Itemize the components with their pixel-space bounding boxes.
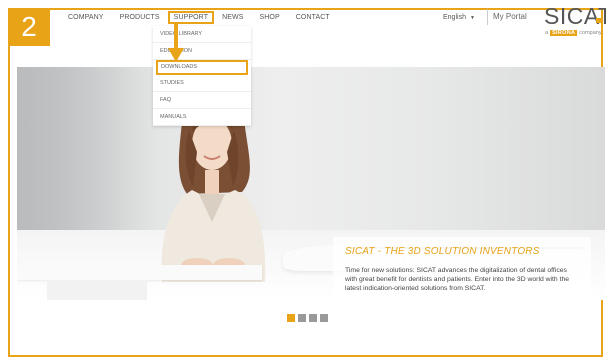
language-label: English bbox=[443, 14, 466, 21]
dropdown-item-faq[interactable]: FAQ bbox=[153, 92, 251, 109]
my-portal-link[interactable]: My Portal bbox=[493, 12, 527, 21]
step-number-badge: 2 bbox=[8, 8, 50, 46]
hero-title: SICAT - THE 3D SOLUTION INVENTORS bbox=[345, 246, 540, 257]
nav-item-news[interactable]: NEWS bbox=[214, 14, 251, 24]
nav-item-products[interactable]: PRODUCTS bbox=[112, 14, 168, 24]
chevron-down-icon: ▼ bbox=[469, 15, 475, 21]
slider-pagination bbox=[287, 314, 328, 322]
slider-dot-4[interactable] bbox=[320, 314, 328, 322]
dropdown-item-studies[interactable]: STUDIES bbox=[153, 75, 251, 92]
nav-item-company[interactable]: COMPANY bbox=[60, 14, 112, 24]
tutorial-arrow-icon bbox=[168, 24, 184, 62]
dropdown-item-manuals[interactable]: MANUALS bbox=[153, 109, 251, 126]
nav-item-support[interactable]: SUPPORT bbox=[167, 11, 215, 24]
slider-dot-1[interactable] bbox=[287, 314, 295, 322]
main-nav: COMPANY PRODUCTS SUPPORT NEWS SHOP CONTA… bbox=[60, 11, 338, 24]
hero-table-base bbox=[47, 280, 147, 300]
company-tagline: a SIRONA company bbox=[545, 30, 602, 36]
sirona-brand: SIRONA bbox=[550, 30, 578, 36]
hero-slider: SICAT - THE 3D SOLUTION INVENTORS Time f… bbox=[17, 67, 605, 300]
hero-text: Time for new solutions: SICAT advances t… bbox=[345, 267, 570, 293]
logo-dot bbox=[596, 18, 601, 23]
hero-table bbox=[17, 265, 262, 280]
header-divider bbox=[487, 9, 488, 25]
tagline-suffix: company bbox=[579, 30, 602, 36]
hero-caption-box: SICAT - THE 3D SOLUTION INVENTORS Time f… bbox=[333, 237, 591, 300]
slider-dot-2[interactable] bbox=[298, 314, 306, 322]
sicat-logo[interactable]: SICAT bbox=[544, 3, 606, 30]
nav-item-contact[interactable]: CONTACT bbox=[288, 14, 338, 24]
tagline-prefix: a bbox=[545, 30, 549, 36]
language-selector[interactable]: English ▼ bbox=[443, 14, 475, 21]
slider-dot-3[interactable] bbox=[309, 314, 317, 322]
nav-item-shop[interactable]: SHOP bbox=[252, 14, 288, 24]
